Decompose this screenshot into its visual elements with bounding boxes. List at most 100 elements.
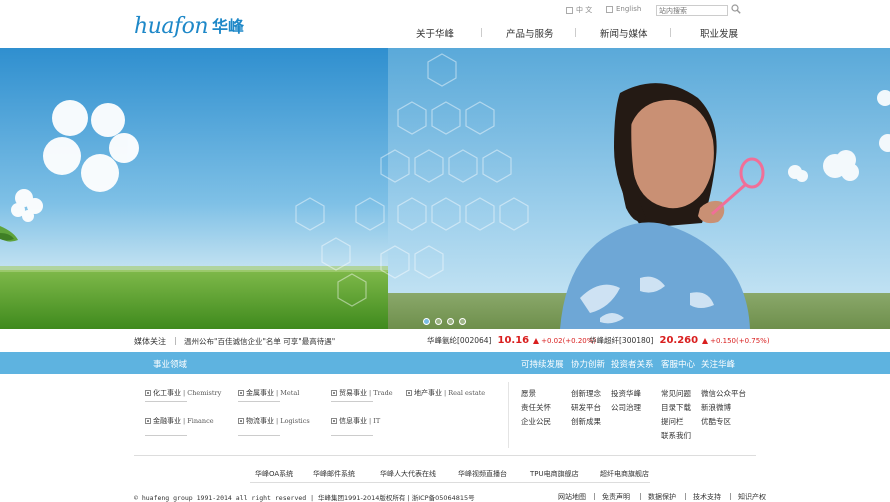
column-divider bbox=[508, 382, 509, 448]
checkbox-icon bbox=[606, 5, 613, 13]
news-separator: | bbox=[174, 336, 177, 345]
link-youku[interactable]: 优酷专区 bbox=[701, 416, 731, 427]
link-rd-platform[interactable]: 研发平台 bbox=[571, 402, 601, 413]
stock-price: 10.16 bbox=[497, 335, 530, 346]
stock-name: 华峰超纤[300180] bbox=[589, 336, 654, 345]
footer-separator bbox=[594, 493, 595, 500]
stock-quote[interactable]: 华峰超纤[300180] 20.260 +0.150(+0.75%) bbox=[589, 335, 770, 346]
link-weibo[interactable]: 新浪微博 bbox=[701, 402, 731, 413]
footer: © huafeng group 1991-2014 all right rese… bbox=[0, 490, 890, 502]
link-data-protection[interactable]: 数据保护 bbox=[648, 492, 676, 502]
business-logistics[interactable]: 物流事业 | Logistics bbox=[238, 416, 310, 426]
link-video-live[interactable]: 华峰视频直播台 bbox=[458, 469, 507, 479]
logo-cn: 华峰 bbox=[212, 17, 245, 36]
link-question-board[interactable]: 提问栏 bbox=[661, 416, 684, 427]
link-microfiber-store[interactable]: 超纤电商旗舰店 bbox=[600, 469, 649, 479]
banner-dot[interactable] bbox=[447, 318, 454, 325]
banner-dot[interactable] bbox=[423, 318, 430, 325]
link-sitemap[interactable]: 网站地图 bbox=[558, 492, 586, 502]
business-chemistry[interactable]: 化工事业 | Chemistry bbox=[145, 388, 221, 398]
logo-latin: huafon bbox=[134, 14, 209, 39]
lang-english-label: English bbox=[616, 5, 642, 13]
divider bbox=[238, 435, 280, 436]
link-corporate-citizen[interactable]: 企业公民 bbox=[521, 416, 551, 427]
header: huafon 华峰 中 文 English 关于华峰 产品与服务 新闻与媒体 职… bbox=[0, 0, 890, 48]
lang-english[interactable]: English bbox=[606, 5, 641, 13]
link-investor-relations[interactable]: 投资者关系 bbox=[611, 358, 654, 370]
link-contact-us[interactable]: 联系我们 bbox=[661, 430, 691, 441]
business-cn: 信息事业 bbox=[339, 417, 367, 425]
business-cn: 金属事业 bbox=[246, 389, 274, 397]
square-bullet-icon bbox=[145, 418, 151, 424]
link-innovation-results[interactable]: 创新成果 bbox=[571, 416, 601, 427]
square-bullet-icon bbox=[331, 418, 337, 424]
link-tpu-store[interactable]: TPU电商旗舰店 bbox=[530, 469, 579, 479]
stock-change: +0.150(+0.75%) bbox=[710, 336, 770, 345]
banner-slideshow[interactable] bbox=[0, 48, 890, 329]
link-ip[interactable]: 知识产权 bbox=[738, 492, 766, 502]
footer-separator bbox=[685, 493, 686, 500]
business-en: Finance bbox=[187, 417, 214, 425]
search-icon[interactable] bbox=[731, 4, 741, 14]
nav-separator bbox=[670, 28, 671, 37]
nav-products[interactable]: 产品与服务 bbox=[506, 26, 554, 40]
link-innovation[interactable]: 协力创新 bbox=[571, 358, 605, 370]
nav-separator bbox=[481, 28, 482, 37]
link-sustainability[interactable]: 可持续发展 bbox=[521, 358, 564, 370]
divider bbox=[331, 435, 373, 436]
business-real-estate[interactable]: 地产事业 | Real estate bbox=[406, 388, 485, 398]
business-en: Logistics bbox=[280, 417, 310, 425]
nav-about[interactable]: 关于华峰 bbox=[416, 26, 454, 40]
business-en: Metal bbox=[280, 389, 300, 397]
business-finance[interactable]: 金融事业 | Finance bbox=[145, 416, 214, 426]
link-mail-system[interactable]: 华峰邮件系统 bbox=[313, 469, 355, 479]
search-input[interactable] bbox=[656, 5, 728, 16]
logo[interactable]: huafon 华峰 bbox=[134, 16, 244, 38]
news-label: 媒体关注 bbox=[134, 337, 166, 346]
copyright: © huafeng group 1991-2014 all right rese… bbox=[134, 492, 475, 502]
link-customer-service[interactable]: 客服中心 bbox=[661, 358, 695, 370]
business-section-title: 事业领域 bbox=[153, 360, 188, 370]
business-en: Chemistry bbox=[187, 389, 222, 397]
divider bbox=[238, 401, 280, 402]
business-content: 化工事业 | Chemistry 金属事业 | Metal 贸易事业 | Tra… bbox=[134, 374, 756, 456]
link-wechat[interactable]: 微信公众平台 bbox=[701, 388, 746, 399]
business-metal[interactable]: 金属事业 | Metal bbox=[238, 388, 299, 398]
banner-image bbox=[0, 48, 890, 329]
link-invest-huafon[interactable]: 投资华峰 bbox=[611, 388, 641, 399]
square-bullet-icon bbox=[406, 390, 412, 396]
business-cn: 金融事业 bbox=[153, 417, 181, 425]
link-vision[interactable]: 愿景 bbox=[521, 388, 536, 399]
stock-quote[interactable]: 华峰氨纶[002064] 10.16 +0.02(+0.20%) bbox=[427, 335, 596, 346]
link-corporate-governance[interactable]: 公司治理 bbox=[611, 402, 641, 413]
link-catalog-download[interactable]: 目录下载 bbox=[661, 402, 691, 413]
link-disclaimer[interactable]: 免责声明 bbox=[602, 492, 630, 502]
link-innovation-concept[interactable]: 创新理念 bbox=[571, 388, 601, 399]
nav-careers[interactable]: 职业发展 bbox=[700, 26, 738, 40]
banner-dot[interactable] bbox=[435, 318, 442, 325]
link-tech-support[interactable]: 技术支持 bbox=[693, 492, 721, 502]
copyright-en: © huafeng group 1991-2014 all right rese… bbox=[134, 494, 315, 502]
link-representative-online[interactable]: 华峰人大代表在线 bbox=[380, 469, 436, 479]
nav-separator bbox=[575, 28, 576, 37]
banner-dot[interactable] bbox=[459, 318, 466, 325]
link-faq[interactable]: 常见问题 bbox=[661, 388, 691, 399]
footer-separator bbox=[640, 493, 641, 500]
link-responsible-care[interactable]: 责任关怀 bbox=[521, 402, 551, 413]
news-headline[interactable]: 温州公布"百佳诚信企业"名单 可享"最高待遇" bbox=[184, 336, 335, 347]
business-en: Trade bbox=[373, 389, 393, 397]
footer-divider bbox=[250, 482, 650, 483]
news-ticker-bar: 媒体关注 | 温州公布"百佳诚信企业"名单 可享"最高待遇" 华峰氨纶[0020… bbox=[0, 329, 890, 352]
square-bullet-icon bbox=[238, 390, 244, 396]
link-follow-huafon[interactable]: 关注华峰 bbox=[701, 358, 735, 370]
business-trade[interactable]: 贸易事业 | Trade bbox=[331, 388, 393, 398]
link-oa-system[interactable]: 华峰OA系统 bbox=[255, 469, 293, 479]
nav-news[interactable]: 新闻与媒体 bbox=[600, 26, 648, 40]
business-it[interactable]: 信息事业 | IT bbox=[331, 416, 380, 426]
footer-separator bbox=[730, 493, 731, 500]
divider bbox=[145, 401, 187, 402]
banner-pagination bbox=[423, 318, 466, 325]
lang-chinese[interactable]: 中 文 bbox=[566, 5, 592, 15]
business-cn: 物流事业 bbox=[246, 417, 274, 425]
divider bbox=[145, 435, 187, 436]
